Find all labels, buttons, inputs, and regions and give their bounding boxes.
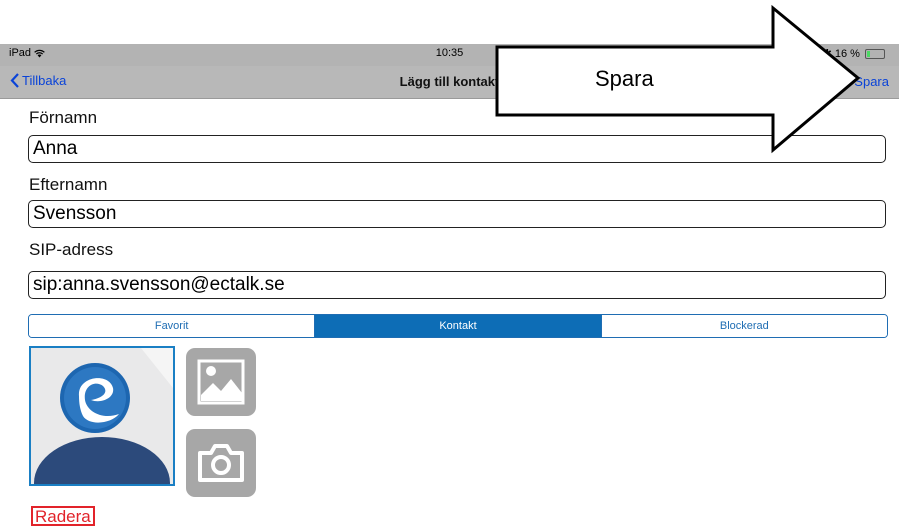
take-photo-button[interactable] bbox=[186, 429, 256, 497]
person-avatar-icon bbox=[34, 348, 173, 484]
last-name-field[interactable]: Svensson bbox=[28, 200, 886, 228]
contact-type-segmented-control: Favorit Kontakt Blockerad bbox=[28, 314, 888, 338]
battery-percent: 16 % bbox=[834, 48, 860, 60]
last-name-label: Efternamn bbox=[29, 175, 108, 194]
image-gallery-icon bbox=[197, 359, 245, 405]
save-button[interactable]: Spara bbox=[854, 74, 889, 89]
status-bar: iPad 10:35 ✱ 16 % bbox=[0, 44, 899, 66]
segment-kontakt[interactable]: Kontakt bbox=[314, 315, 601, 337]
first-name-field[interactable]: Anna bbox=[28, 135, 886, 163]
annotation-label: Spara bbox=[595, 66, 654, 91]
contact-photo[interactable] bbox=[29, 346, 175, 486]
segment-favorit[interactable]: Favorit bbox=[29, 315, 315, 337]
segment-blockerad[interactable]: Blockerad bbox=[600, 315, 887, 337]
page-title: Lägg till kontakt bbox=[399, 74, 500, 89]
first-name-label: Förnamn bbox=[29, 108, 98, 127]
sip-address-label: SIP-adress bbox=[29, 240, 114, 259]
sip-address-field[interactable]: sip:anna.svensson@ectalk.se bbox=[28, 271, 886, 299]
bluetooth-icon: ✱ bbox=[822, 48, 832, 60]
navigation-bar: Tillbaka Lägg till kontakt Spara bbox=[0, 66, 899, 99]
status-time: 10:35 bbox=[435, 47, 464, 59]
camera-icon bbox=[198, 444, 244, 482]
battery-icon bbox=[865, 49, 885, 60]
delete-button[interactable]: Radera bbox=[31, 506, 95, 526]
choose-from-gallery-button[interactable] bbox=[186, 348, 256, 416]
battery-indicator: ✱ 16 % bbox=[823, 47, 885, 60]
